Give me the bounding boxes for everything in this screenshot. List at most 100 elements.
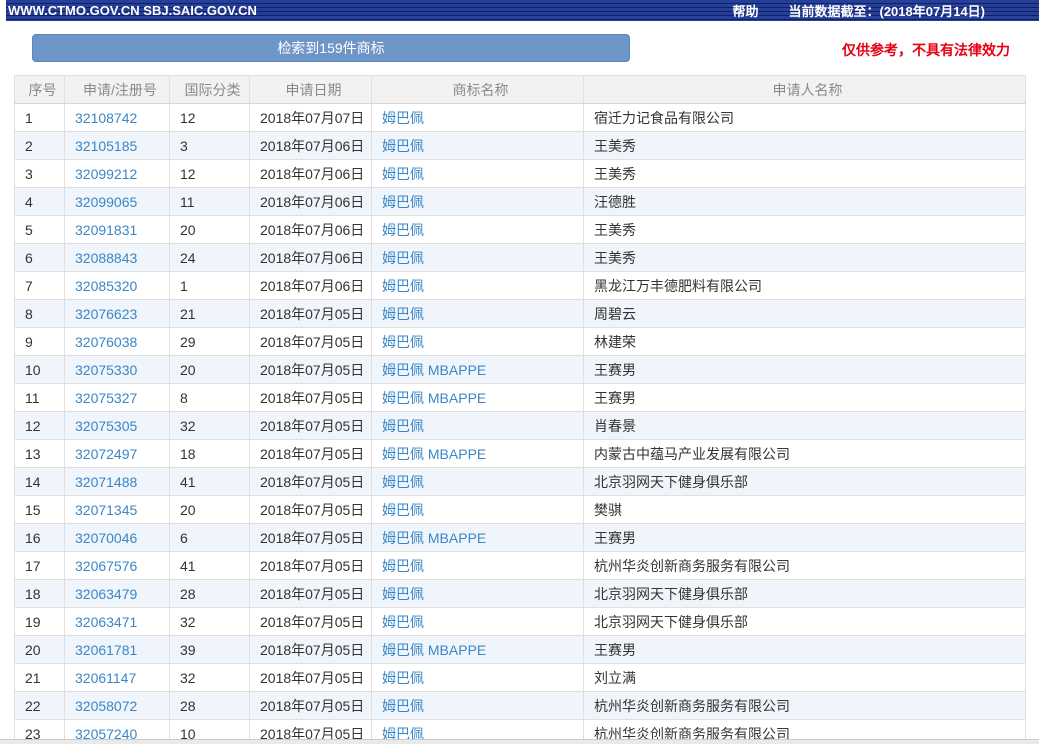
cell-intl-class: 3 <box>169 131 250 160</box>
cell-intl-class: 32 <box>169 411 250 440</box>
cell-app-date: 2018年07月05日 <box>249 523 372 552</box>
table-row: 21 32061147 32 2018年07月05日 姆巴佩 刘立满 <box>14 663 1026 692</box>
tm-name-link[interactable]: 姆巴佩 <box>382 502 424 518</box>
header-applicant: 申请人名称 <box>583 75 1026 104</box>
app-no-link[interactable]: 32061781 <box>75 642 137 658</box>
topbar-right-group: 帮助 当前数据截至：(2018年07月14日) <box>732 1 1039 20</box>
cell-seq: 1 <box>14 103 65 132</box>
app-no-link[interactable]: 32071488 <box>75 474 137 490</box>
app-no-link[interactable]: 32063479 <box>75 586 137 602</box>
tm-name-link[interactable]: 姆巴佩 MBAPPE <box>382 390 486 406</box>
cell: 姆巴佩 <box>371 467 584 496</box>
tm-name-link[interactable]: 姆巴佩 MBAPPE <box>382 530 486 546</box>
table-row: 16 32070046 6 2018年07月05日 姆巴佩 MBAPPE 王赛男 <box>14 523 1026 552</box>
cell-app-date: 2018年07月05日 <box>249 551 372 580</box>
tm-name-link[interactable]: 姆巴佩 MBAPPE <box>382 362 486 378</box>
cell-app-date: 2018年07月05日 <box>249 663 372 692</box>
cell: 32076038 <box>64 327 170 356</box>
app-no-link[interactable]: 32070046 <box>75 530 137 546</box>
tm-name-link[interactable]: 姆巴佩 <box>382 306 424 322</box>
app-no-link[interactable]: 32076038 <box>75 334 137 350</box>
cell-app-date: 2018年07月06日 <box>249 131 372 160</box>
tm-name-link[interactable]: 姆巴佩 <box>382 138 424 154</box>
app-no-link[interactable]: 32072497 <box>75 446 137 462</box>
bottom-scroll-strip[interactable] <box>0 739 1039 744</box>
cell-applicant: 黑龙江万丰德肥料有限公司 <box>583 271 1026 300</box>
cell-app-date: 2018年07月05日 <box>249 635 372 664</box>
app-no-link[interactable]: 32105185 <box>75 138 137 154</box>
cell-intl-class: 28 <box>169 691 250 720</box>
app-no-link[interactable]: 32071345 <box>75 502 137 518</box>
cell-applicant: 北京羽网天下健身俱乐部 <box>583 607 1026 636</box>
tm-name-link[interactable]: 姆巴佩 <box>382 222 424 238</box>
cell-app-date: 2018年07月05日 <box>249 579 372 608</box>
cell-applicant: 王美秀 <box>583 159 1026 188</box>
tm-name-link[interactable]: 姆巴佩 <box>382 586 424 602</box>
tm-name-link[interactable]: 姆巴佩 <box>382 110 424 126</box>
app-no-link[interactable]: 32099212 <box>75 166 137 182</box>
tm-name-link[interactable]: 姆巴佩 <box>382 194 424 210</box>
cell-applicant: 汪德胜 <box>583 187 1026 216</box>
app-no-link[interactable]: 32063471 <box>75 614 137 630</box>
cell-seq: 14 <box>14 467 65 496</box>
help-link[interactable]: 帮助 <box>732 1 758 20</box>
cell-seq: 19 <box>14 607 65 636</box>
cell: 姆巴佩 <box>371 103 584 132</box>
cell-seq: 20 <box>14 635 65 664</box>
cell-app-date: 2018年07月06日 <box>249 187 372 216</box>
tm-name-link[interactable]: 姆巴佩 <box>382 166 424 182</box>
cell-applicant: 王赛男 <box>583 383 1026 412</box>
cell-seq: 22 <box>14 691 65 720</box>
app-no-link[interactable]: 32091831 <box>75 222 137 238</box>
app-no-link[interactable]: 32099065 <box>75 194 137 210</box>
cell: 姆巴佩 MBAPPE <box>371 635 584 664</box>
result-count-button[interactable]: 检索到159件商标 <box>32 34 630 62</box>
cell: 32071345 <box>64 495 170 524</box>
app-no-link[interactable]: 32067576 <box>75 558 137 574</box>
app-no-link[interactable]: 32058072 <box>75 698 137 714</box>
app-no-link[interactable]: 32075330 <box>75 362 137 378</box>
table-row: 10 32075330 20 2018年07月05日 姆巴佩 MBAPPE 王赛男 <box>14 355 1026 384</box>
app-no-link[interactable]: 32108742 <box>75 110 137 126</box>
tm-name-link[interactable]: 姆巴佩 <box>382 698 424 714</box>
tm-name-link[interactable]: 姆巴佩 <box>382 250 424 266</box>
tm-name-link[interactable]: 姆巴佩 <box>382 670 424 686</box>
header-app-date: 申请日期 <box>249 75 372 104</box>
cell-app-date: 2018年07月06日 <box>249 271 372 300</box>
cell: 姆巴佩 <box>371 243 584 272</box>
tm-name-link[interactable]: 姆巴佩 <box>382 614 424 630</box>
cell-seq: 16 <box>14 523 65 552</box>
tm-name-link[interactable]: 姆巴佩 MBAPPE <box>382 642 486 658</box>
cell: 32075327 <box>64 383 170 412</box>
table-row: 8 32076623 21 2018年07月05日 姆巴佩 周碧云 <box>14 299 1026 328</box>
app-no-link[interactable]: 32085320 <box>75 278 137 294</box>
tm-name-link[interactable]: 姆巴佩 MBAPPE <box>382 446 486 462</box>
cell-intl-class: 24 <box>169 243 250 272</box>
cell-seq: 18 <box>14 579 65 608</box>
table-row: 6 32088843 24 2018年07月06日 姆巴佩 王美秀 <box>14 243 1026 272</box>
cell-seq: 15 <box>14 495 65 524</box>
cell-app-date: 2018年07月05日 <box>249 411 372 440</box>
tm-name-link[interactable]: 姆巴佩 <box>382 474 424 490</box>
table-row: 7 32085320 1 2018年07月06日 姆巴佩 黑龙江万丰德肥料有限公司 <box>14 271 1026 300</box>
cell-seq: 5 <box>14 215 65 244</box>
app-no-link[interactable]: 32075305 <box>75 418 137 434</box>
app-no-link[interactable]: 32061147 <box>75 670 136 686</box>
cell-intl-class: 32 <box>169 663 250 692</box>
table-row: 3 32099212 12 2018年07月06日 姆巴佩 王美秀 <box>14 159 1026 188</box>
table-row: 2 32105185 3 2018年07月06日 姆巴佩 王美秀 <box>14 131 1026 160</box>
app-no-link[interactable]: 32076623 <box>75 306 137 322</box>
tm-name-link[interactable]: 姆巴佩 <box>382 278 424 294</box>
tm-name-link[interactable]: 姆巴佩 <box>382 558 424 574</box>
data-cutoff-label: 当前数据截至：(2018年07月14日) <box>788 4 986 19</box>
results-table: 序号 申请/注册号 国际分类 申请日期 商标名称 申请人名称 1 32108742… <box>14 75 1026 744</box>
table-row: 12 32075305 32 2018年07月05日 姆巴佩 肖春景 <box>14 411 1026 440</box>
tm-name-link[interactable]: 姆巴佩 <box>382 418 424 434</box>
tm-name-link[interactable]: 姆巴佩 <box>382 334 424 350</box>
app-no-link[interactable]: 32088843 <box>75 250 137 266</box>
app-no-link[interactable]: 32075327 <box>75 390 137 406</box>
cell-applicant: 樊骐 <box>583 495 1026 524</box>
cell-intl-class: 29 <box>169 327 250 356</box>
cell: 姆巴佩 <box>371 271 584 300</box>
cell: 姆巴佩 <box>371 215 584 244</box>
